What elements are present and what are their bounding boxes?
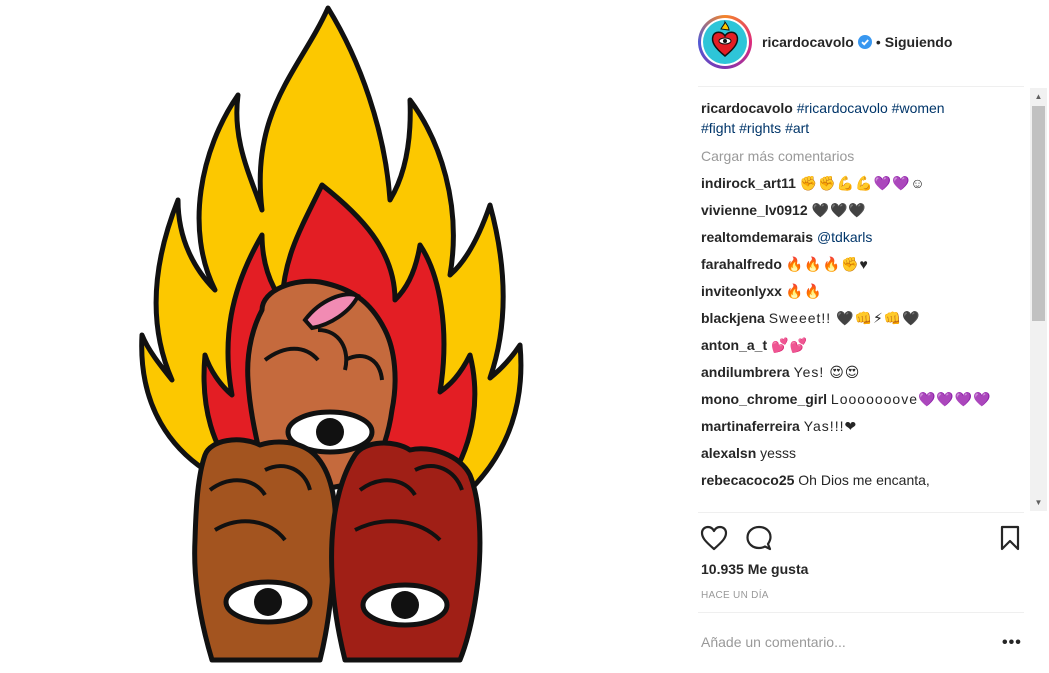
post-side-panel: ricardocavolo • Siguiendo ricardocavolo … [684, 0, 1049, 673]
heart-outline-icon [700, 525, 728, 551]
post-actions [698, 522, 1026, 554]
comment-mention[interactable]: @tdkarls [817, 229, 872, 245]
hashtag[interactable]: #ricardocavolo [797, 100, 888, 116]
comment-username[interactable]: martinaferreira [701, 418, 800, 434]
comment-text: 🔥🔥🔥✊♥ [785, 256, 869, 272]
avatar[interactable] [698, 15, 752, 69]
load-more-comments-button[interactable]: Cargar más comentarios [701, 146, 1031, 166]
fists-flame-illustration [139, 5, 524, 663]
hashtag[interactable]: #rights [739, 120, 781, 136]
hashtag[interactable]: #art [785, 120, 809, 136]
speech-bubble-icon [746, 525, 772, 551]
comment: indirock_art11 ✊✊💪💪💜💜☺ [701, 173, 1031, 193]
comment-username[interactable]: alexalsn [701, 445, 756, 461]
comment-username[interactable]: inviteonlyxx [701, 283, 782, 299]
fist-right [329, 440, 483, 663]
bookmark-icon [1000, 525, 1020, 551]
comment-username[interactable]: realtomdemarais [701, 229, 813, 245]
comments-list[interactable]: ricardocavolo #ricardocavolo #women #fig… [701, 98, 1031, 510]
scroll-down-arrow-icon[interactable]: ▼ [1030, 494, 1047, 511]
comment-username[interactable]: rebecacoco25 [701, 472, 794, 488]
comment-text: Yes! 😍😍 [793, 364, 861, 380]
save-button[interactable] [994, 522, 1026, 554]
comment: vivienne_lv0912 🖤🖤🖤 [701, 200, 1031, 220]
follow-button[interactable]: Siguiendo [885, 34, 953, 50]
post-timestamp[interactable]: HACE UN DÍA [701, 590, 769, 601]
fist-left [192, 437, 339, 663]
scroll-up-arrow-icon[interactable]: ▲ [1030, 88, 1047, 105]
separator-dot: • [875, 34, 881, 50]
comment: mono_chrome_girl Looooooove💜💜💜💜 [701, 389, 1031, 409]
header-divider [698, 86, 1024, 87]
comment-username[interactable]: blackjena [701, 310, 765, 326]
post-header: ricardocavolo • Siguiendo [698, 14, 1038, 70]
comment-username[interactable]: vivienne_lv0912 [701, 202, 808, 218]
caption: ricardocavolo #ricardocavolo #women #fig… [701, 98, 1031, 138]
actions-divider [698, 512, 1024, 513]
comment: martinaferreira Yas!!!❤ [701, 416, 1031, 436]
comment-button[interactable] [743, 522, 775, 554]
caption-username[interactable]: ricardocavolo [701, 100, 793, 116]
more-options-button[interactable]: ••• [1002, 634, 1022, 652]
comment-text: 🔥🔥 [785, 283, 823, 299]
heart-eye-icon [711, 20, 739, 57]
comment-text: 🖤🖤🖤 [811, 202, 867, 218]
comment-username[interactable]: mono_chrome_girl [701, 391, 827, 407]
likes-count[interactable]: 10.935 Me gusta [701, 561, 808, 577]
comment: anton_a_t 💕💕 [701, 335, 1031, 355]
comment-input-divider [698, 612, 1024, 613]
comments-scrollbar[interactable]: ▲ ▼ [1030, 88, 1047, 511]
verified-badge-icon [857, 35, 872, 49]
post-image[interactable] [0, 0, 684, 673]
comment-text: Sweeet!! 🖤👊⚡👊🖤 [768, 310, 921, 326]
comment: farahalfredo 🔥🔥🔥✊♥ [701, 254, 1031, 274]
comment-text: Looooooove💜💜💜💜 [830, 391, 992, 407]
like-button[interactable] [698, 522, 730, 554]
comment-username[interactable]: farahalfredo [701, 256, 782, 272]
comment-text: Yas!!!❤ [803, 418, 858, 434]
comment: rebecacoco25 Oh Dios me encanta, [701, 470, 1031, 490]
comment-username[interactable]: indirock_art11 [701, 175, 796, 191]
comment-username[interactable]: anton_a_t [701, 337, 767, 353]
comment: blackjena Sweeet!! 🖤👊⚡👊🖤 [701, 308, 1031, 328]
comment-text: 💕💕 [771, 337, 808, 353]
scrollbar-thumb[interactable] [1032, 106, 1045, 321]
comment: andilumbrera Yes! 😍😍 [701, 362, 1031, 382]
post-username[interactable]: ricardocavolo [762, 34, 854, 50]
comment-text: Oh Dios me encanta, [798, 472, 930, 488]
comment: realtomdemarais @tdkarls [701, 227, 1031, 247]
add-comment-input[interactable]: Añade un comentario... [701, 634, 1021, 650]
comment-username[interactable]: andilumbrera [701, 364, 790, 380]
hashtag[interactable]: #women [892, 100, 945, 116]
comment: alexalsn yesss [701, 443, 1031, 463]
comment-text: ✊✊💪💪💜💜☺ [799, 175, 926, 191]
comment-text: yesss [760, 445, 796, 461]
comment: inviteonlyxx 🔥🔥 [701, 281, 1031, 301]
hashtag[interactable]: #fight [701, 120, 735, 136]
